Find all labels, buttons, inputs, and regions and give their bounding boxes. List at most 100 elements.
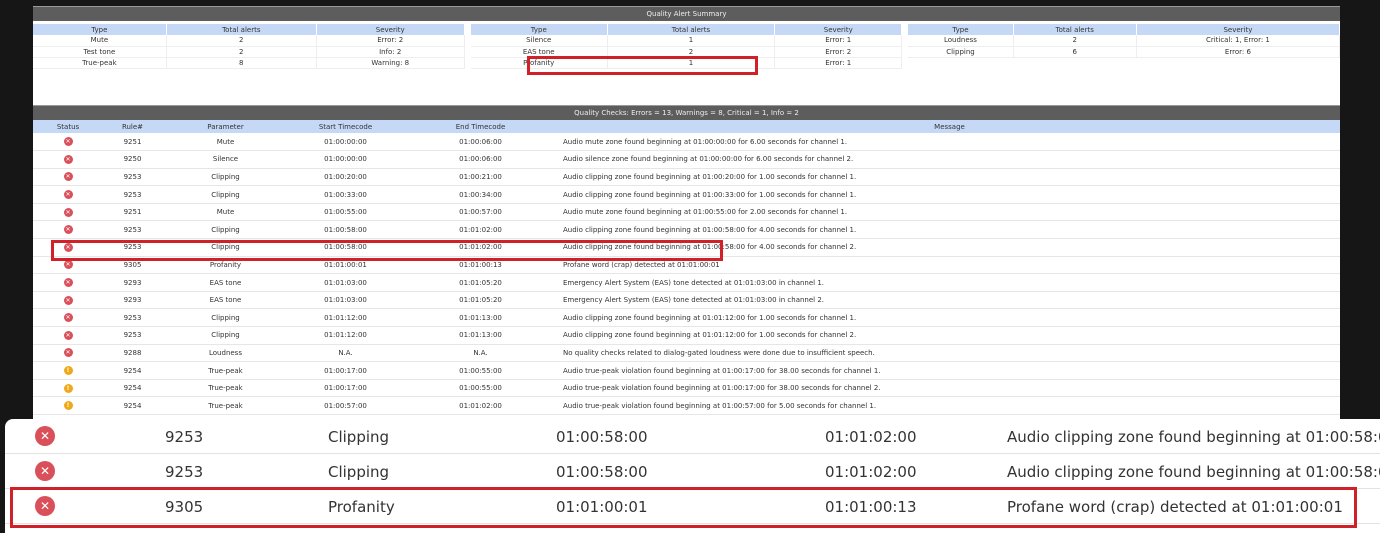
table-row[interactable]: ✕ 9253 Clipping 01:00:58:00 01:01:02:00 Audio… [33,238,1340,257]
parameter-cell: True-peak [162,361,289,380]
rule-cell: 9293 [103,291,162,310]
end-timecode-cell: 01:00:57:00 [402,203,559,222]
summary-header-row: Type Total alerts Severity [908,24,1340,35]
summary-row: Mute 2 Error: 2 [33,35,465,47]
message-cell: Audio clipping zone found beginning at 0… [1007,428,1380,446]
status-cell: ✕ [33,344,103,363]
zoomed-table-row[interactable]: ✕ 9305 Profanity 01:01:00:01 01:01:00:13 Prof… [5,489,1380,524]
end-timecode-cell: 01:01:02:00 [402,396,559,415]
summary-row: Profanity 1 Error: 1 [470,57,903,69]
status-cell: ✕ [33,150,103,169]
error-icon: ✕ [35,461,55,481]
message-cell: Emergency Alert System (EAS) tone detect… [559,291,1340,310]
error-icon: ✕ [63,154,73,164]
error-icon: ✕ [63,242,73,252]
table-row[interactable]: ! 9254 True-peak 01:00:17:00 01:00:55:00 Audi… [33,379,1340,398]
summary-cell: 1 [607,57,776,69]
rule-cell: 9251 [103,133,162,152]
start-timecode-cell: 01:00:57:00 [289,396,402,415]
status-cell: ✕ [33,326,103,345]
status-cell: ✕ [33,256,103,275]
table-row[interactable]: ! 9254True-peak01:00:57:0001:01:02:00Audi… [33,396,1340,415]
error-icon: ✕ [63,278,73,288]
table-row[interactable]: ✕ 9293 EAS tone 01:01:03:00 01:01:05:20 Emerg… [33,273,1340,292]
table-row[interactable]: ✕ 9253 Clipping 01:01:12:00 01:01:13:00 Audio… [33,326,1340,345]
start-timecode-cell: 01:00:17:00 [289,379,402,398]
table-row[interactable]: ✕ 9253 Clipping 01:00:20:00 01:00:21:00 Audio… [33,168,1340,187]
end-timecode-cell: 01:00:21:00 [402,168,559,187]
rule-cell: 9254 [103,361,162,380]
message-cell: Audio clipping zone found beginning at 0… [559,308,1340,328]
message-cell: Audio clipping zone found beginning at 0… [559,326,1340,345]
column-header[interactable]: Parameter [162,120,289,133]
table-row[interactable]: ✕ 9305 Profanity 01:01:00:01 01:01:00:13 Prof… [33,256,1340,275]
parameter-cell: EAS tone [162,291,289,310]
column-header[interactable]: Start Timecode [289,120,402,133]
message-cell: Audio clipping zone found beginning at 0… [559,238,1340,257]
status-cell: ✕ [33,203,103,222]
table-row[interactable]: ✕ 9293 EAS tone 01:01:03:00 01:01:05:20 Emerg… [33,291,1340,310]
error-icon: ✕ [35,496,55,516]
table-row[interactable]: ✕ 9250 Silence 01:00:00:00 01:00:06:00 Audio … [33,150,1340,169]
start-timecode-cell: 01:00:58:00 [289,220,402,240]
table-row[interactable]: ✕ 9251 Mute 01:00:55:00 01:00:57:00 Audio mut… [33,203,1340,222]
message-cell: Audio clipping zone found beginning at 0… [559,220,1340,240]
parameter-cell: True-peak [162,396,289,415]
error-icon: ✕ [63,295,73,305]
table-row[interactable]: ✕ 9288 Loudness N.A. N.A. No quality checks r… [33,344,1340,363]
parameter-cell: Mute [162,203,289,222]
table-row[interactable]: ✕ 9253 Clipping 01:01:12:00 01:01:13:00 Audio… [33,308,1340,328]
rule-cell: 9253 [103,185,162,204]
table-row[interactable]: ! 9254 True-peak 01:00:17:00 01:00:55:00 Audi… [33,361,1340,380]
parameter-cell: Clipping [162,220,289,240]
rule-cell: 9253 [103,238,162,257]
zoomed-table-row[interactable]: ✕ 9253 Clipping 01:00:58:00 01:01:02:00 Audio… [5,454,1380,489]
status-cell: ! [33,379,103,398]
error-icon: ✕ [63,260,73,270]
summary-column-header: Type [908,24,1014,35]
message-cell: No quality checks related to dialog-gate… [559,344,1340,363]
summary-row: Silence 1 Error: 1 [470,35,903,47]
end-timecode-cell: 01:01:05:20 [402,291,559,310]
message-cell: Audio clipping zone found beginning at 0… [559,168,1340,187]
summary-title-bar: Quality Alert Summary [33,6,1340,21]
summary-cell: 8 [166,57,317,69]
end-timecode-cell: 01:01:02:00 [402,220,559,240]
parameter-cell: Silence [162,150,289,169]
error-icon: ✕ [63,137,73,147]
summary-row: EAS tone 2 Error: 2 [470,46,903,58]
rule-cell: 9253 [103,308,162,328]
end-timecode-cell: 01:00:34:00 [402,185,559,204]
error-icon: ✕ [35,426,55,446]
table-row[interactable]: ✕ 9253 Clipping 01:00:33:00 01:00:34:00 Audio… [33,185,1340,204]
status-cell: ! [33,396,103,415]
column-header[interactable]: Status [33,120,103,133]
summary-table: Type Total alerts Severity Mute 2 Error: 2 Tes… [33,24,465,69]
start-timecode-cell: 01:00:00:00 [289,133,402,152]
zoomed-table-row[interactable]: ✕ 9253 Clipping 01:00:58:00 01:01:02:00 Audio… [5,419,1380,454]
error-icon: ✕ [63,172,73,182]
table-row[interactable]: ✕ 9253 Clipping 01:00:58:00 01:01:02:00 Audio… [33,220,1340,240]
table-row[interactable]: ✕ 9251 Mute 01:00:00:00 01:00:06:00 Audio mut… [33,133,1340,152]
rule-cell: 9253 [103,326,162,345]
start-timecode-cell: 01:00:58:00 [289,238,402,257]
rule-cell: 9253 [165,428,204,446]
column-header[interactable]: End Timecode [402,120,559,133]
message-cell: Audio clipping zone found beginning at 0… [1007,463,1380,481]
rule-cell: 9251 [103,203,162,222]
status-cell: ✕ [33,238,103,257]
column-header[interactable]: Message [559,120,1340,133]
end-timecode-cell: 01:01:00:13 [402,256,559,275]
column-header[interactable]: Rule# [103,120,162,133]
message-cell: Audio true-peak violation found beginnin… [559,361,1340,380]
status-cell: ✕ [33,291,103,310]
summary-tables: Type Total alerts Severity Mute 2 Error: 2 Tes… [33,21,1340,90]
start-timecode-cell: 01:01:03:00 [289,273,402,292]
summary-column-header: Total alerts [607,24,776,35]
message-cell: Audio mute zone found beginning at 01:00… [559,203,1340,222]
summary-cell: 2 [166,35,317,47]
start-timecode-cell: 01:00:00:00 [289,150,402,169]
status-cell: ✕ [33,220,103,240]
start-timecode-cell: 01:01:03:00 [289,291,402,310]
rule-cell: 9293 [103,273,162,292]
